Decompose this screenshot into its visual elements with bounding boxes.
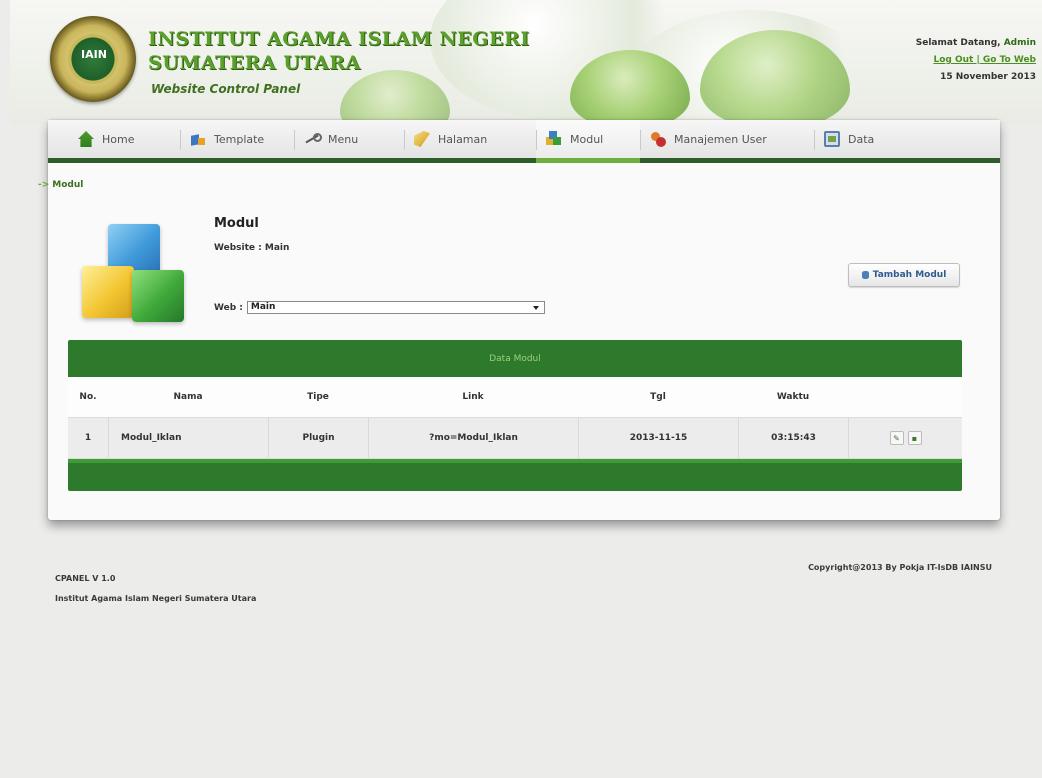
welcome-text: Selamat Datang, Admin — [916, 35, 1036, 52]
data-icon — [824, 131, 840, 147]
home-icon — [78, 131, 94, 147]
col-header-actions — [848, 377, 962, 417]
header-leaf-decoration — [340, 70, 450, 125]
col-header-nama: Nama — [173, 392, 203, 402]
tab-label: Menu — [328, 132, 359, 146]
yellow-cube-icon — [82, 266, 134, 318]
tab-halaman[interactable]: Halaman — [404, 120, 536, 158]
breadcrumb-arrow-icon: -> — [38, 180, 50, 190]
cell-tgl: 2013-11-15 — [578, 418, 738, 458]
modul-icon — [546, 131, 562, 147]
row-actions: ✎ ▪ — [889, 431, 922, 445]
tab-label: Data — [848, 132, 875, 146]
tab-menu[interactable]: Menu — [294, 120, 404, 158]
tab-label: Halaman — [438, 132, 488, 146]
modul-cubes-illustration — [80, 220, 190, 330]
page-header: IAIN INSTITUT AGAMA ISLAM NEGERI SUMATER… — [10, 0, 1042, 125]
cell-actions: ✎ ▪ — [848, 418, 962, 458]
table-header-row: No. Nama Tipe Link Tgl Waktu — [68, 377, 962, 417]
footer-institution: Institut Agama Islam Negeri Sumatera Uta… — [55, 594, 257, 603]
welcome-user: Admin — [1003, 38, 1036, 48]
website-label: Website : Main — [214, 243, 290, 253]
cell-tipe: Plugin — [268, 418, 368, 458]
footer-version: CPANEL V 1.0 — [55, 574, 116, 583]
institution-name-line2: SUMATERA UTARA — [148, 52, 361, 74]
template-icon — [190, 131, 206, 147]
breadcrumb: -> Modul — [38, 180, 83, 190]
table-row: 1 Modul_Iklan Plugin ?mo=Modul_Iklan 201… — [68, 417, 962, 459]
col-header-waktu: Waktu — [776, 392, 810, 402]
col-header-tgl: Tgl — [650, 392, 666, 402]
tab-home[interactable]: Home — [68, 120, 180, 158]
col-header-no: No. — [79, 392, 97, 402]
logo-text: IAIN — [81, 48, 107, 61]
panel-title: Website Control Panel — [151, 82, 301, 96]
footer-left: CPANEL V 1.0 Institut Agama Islam Negeri… — [55, 569, 256, 609]
data-modul-table: Data Modul No. Nama Tipe Link Tgl Waktu … — [68, 340, 962, 491]
table-caption: Data Modul — [68, 340, 962, 377]
web-select-value: Main — [250, 302, 276, 312]
module-title: Modul — [214, 216, 259, 231]
web-label: Web : — [214, 302, 243, 313]
logout-goto-web-links[interactable]: Log Out | Go To Web — [916, 52, 1036, 69]
logo-emblem: IAIN — [68, 34, 118, 84]
delete-icon[interactable]: ▪ — [907, 431, 922, 445]
main-nav: Home Template Menu Halaman Modul Manajem… — [48, 120, 1000, 163]
tab-label: Home — [102, 132, 135, 146]
institution-logo: IAIN — [50, 16, 136, 102]
welcome-box: Selamat Datang, Admin Log Out | Go To We… — [916, 35, 1036, 86]
halaman-icon — [414, 131, 430, 147]
tab-label: Modul — [570, 132, 604, 146]
breadcrumb-current: Modul — [52, 180, 84, 190]
tab-label: Manajemen User — [674, 132, 767, 146]
tab-manajemen-user[interactable]: Manajemen User — [640, 120, 814, 158]
footer-copyright: Copyright@2013 By Pokja IT-IsDB IAINSU — [808, 563, 992, 572]
current-date: 15 November 2013 — [940, 72, 1036, 82]
col-header-tipe: Tipe — [307, 392, 329, 402]
menu-icon — [304, 131, 322, 147]
cell-no: 1 — [84, 433, 92, 443]
main-panel: Home Template Menu Halaman Modul Manajem… — [38, 120, 1000, 520]
tab-modul[interactable]: Modul — [536, 120, 640, 163]
green-cube-icon — [132, 270, 184, 322]
chevron-down-icon — [532, 306, 539, 310]
institution-name-line1: INSTITUT AGAMA ISLAM NEGERI — [148, 28, 530, 50]
add-module-label: Tambah Modul — [872, 270, 947, 280]
web-select[interactable]: Main — [246, 301, 545, 314]
cell-link: ?mo=Modul_Iklan — [368, 418, 578, 458]
welcome-prefix: Selamat Datang, — [915, 38, 1001, 48]
cell-waktu: 03:15:43 — [738, 418, 848, 458]
database-icon — [861, 271, 869, 279]
tab-data[interactable]: Data — [814, 120, 924, 158]
user-icon — [650, 131, 666, 147]
web-select-row: Web : Main — [214, 301, 545, 314]
edit-icon[interactable]: ✎ — [889, 431, 904, 445]
add-module-button[interactable]: Tambah Modul — [848, 263, 960, 287]
cell-nama: Modul_Iklan — [108, 418, 268, 458]
col-header-link: Link — [462, 392, 484, 402]
tab-label: Template — [214, 132, 265, 146]
table-footer — [68, 459, 962, 491]
tab-template[interactable]: Template — [180, 120, 294, 158]
